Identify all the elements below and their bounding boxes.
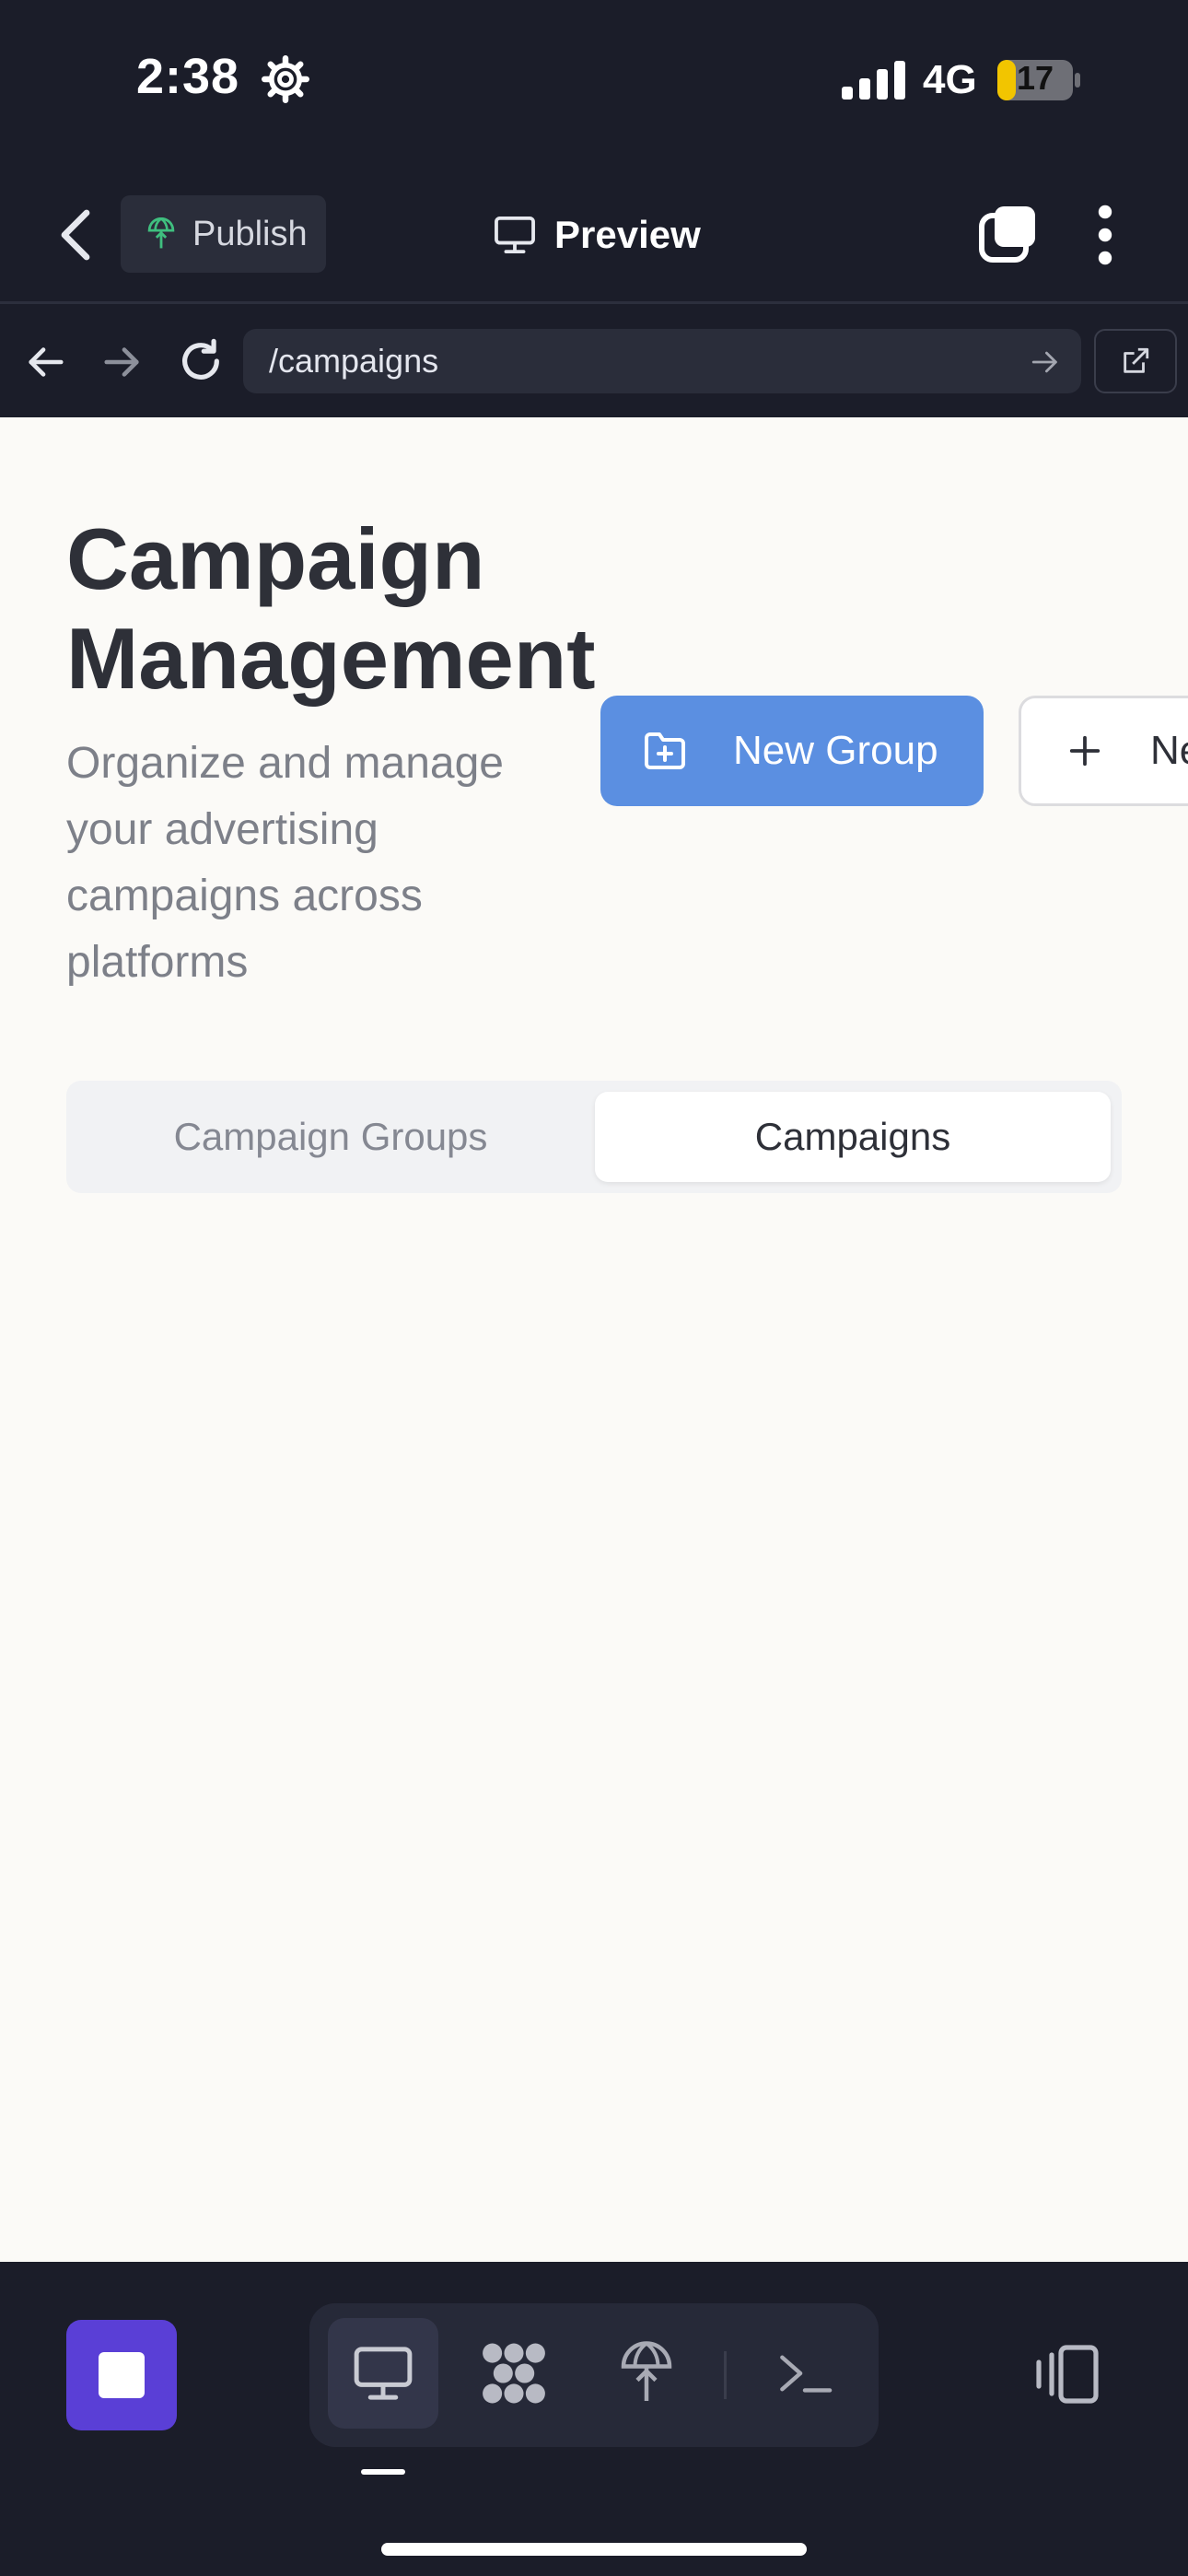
arrow-right-small-icon[interactable] (1030, 346, 1061, 378)
preview-label: Preview (554, 213, 701, 256)
view-tabs: Campaign Groups Campaigns (66, 1081, 1122, 1193)
arrow-left-icon[interactable] (24, 341, 66, 383)
status-time: 2:38 (136, 49, 240, 104)
battery-level: 17 (1016, 59, 1054, 97)
url-input[interactable]: /campaigns (243, 329, 1081, 393)
open-external-button[interactable] (1094, 329, 1177, 393)
page-title: Campaign Management (66, 510, 596, 707)
dock-preview-tab[interactable] (328, 2318, 438, 2429)
page-subtitle: Organize and manage your advertising cam… (66, 739, 504, 987)
stop-button[interactable] (66, 2320, 177, 2430)
dock-publish-tab[interactable] (591, 2318, 702, 2429)
dock-tabs (309, 2303, 879, 2447)
dock-terminal-tab[interactable] (750, 2318, 860, 2429)
tabs-icon[interactable] (978, 205, 1037, 263)
publish-label: Publish (192, 214, 308, 253)
new-campaign-label: Ne (1150, 728, 1188, 773)
dock-canvas-tab[interactable] (459, 2318, 569, 2429)
plus-icon (1069, 735, 1101, 767)
external-link-icon (1124, 347, 1149, 373)
stop-icon (99, 2352, 145, 2398)
dock-divider (724, 2351, 727, 2399)
publish-globe-icon (621, 2341, 672, 2401)
new-group-button[interactable]: New Group (600, 696, 984, 806)
monitor-icon (495, 216, 535, 254)
kebab-icon[interactable] (1096, 205, 1114, 265)
new-campaign-button[interactable]: Ne (1019, 696, 1188, 806)
publish-button[interactable]: Publish (121, 195, 326, 273)
reload-icon[interactable] (177, 337, 225, 385)
tab-campaign-groups[interactable]: Campaign Groups (77, 1092, 584, 1182)
layout-icon[interactable] (1031, 2344, 1101, 2405)
globe-icon (147, 217, 175, 249)
chevron-left-icon[interactable] (57, 207, 94, 263)
preview-content: Campaign Management Organize and manage … (0, 417, 1188, 2262)
active-tab-indicator (361, 2469, 405, 2475)
tab-campaigns[interactable]: Campaigns (595, 1092, 1111, 1182)
monitor-icon (354, 2347, 413, 2400)
url-text: /campaigns (269, 342, 439, 380)
preview-title[interactable]: Preview (494, 205, 701, 265)
folder-plus-icon (645, 732, 685, 769)
arrow-right-icon[interactable] (101, 341, 144, 383)
new-group-label: New Group (733, 728, 938, 773)
home-indicator (381, 2543, 807, 2556)
grid-blob-icon (483, 2343, 545, 2404)
gear-icon (262, 55, 309, 103)
signal-icon (842, 61, 905, 100)
terminal-icon (780, 2355, 833, 2393)
network-label: 4G (923, 57, 977, 102)
